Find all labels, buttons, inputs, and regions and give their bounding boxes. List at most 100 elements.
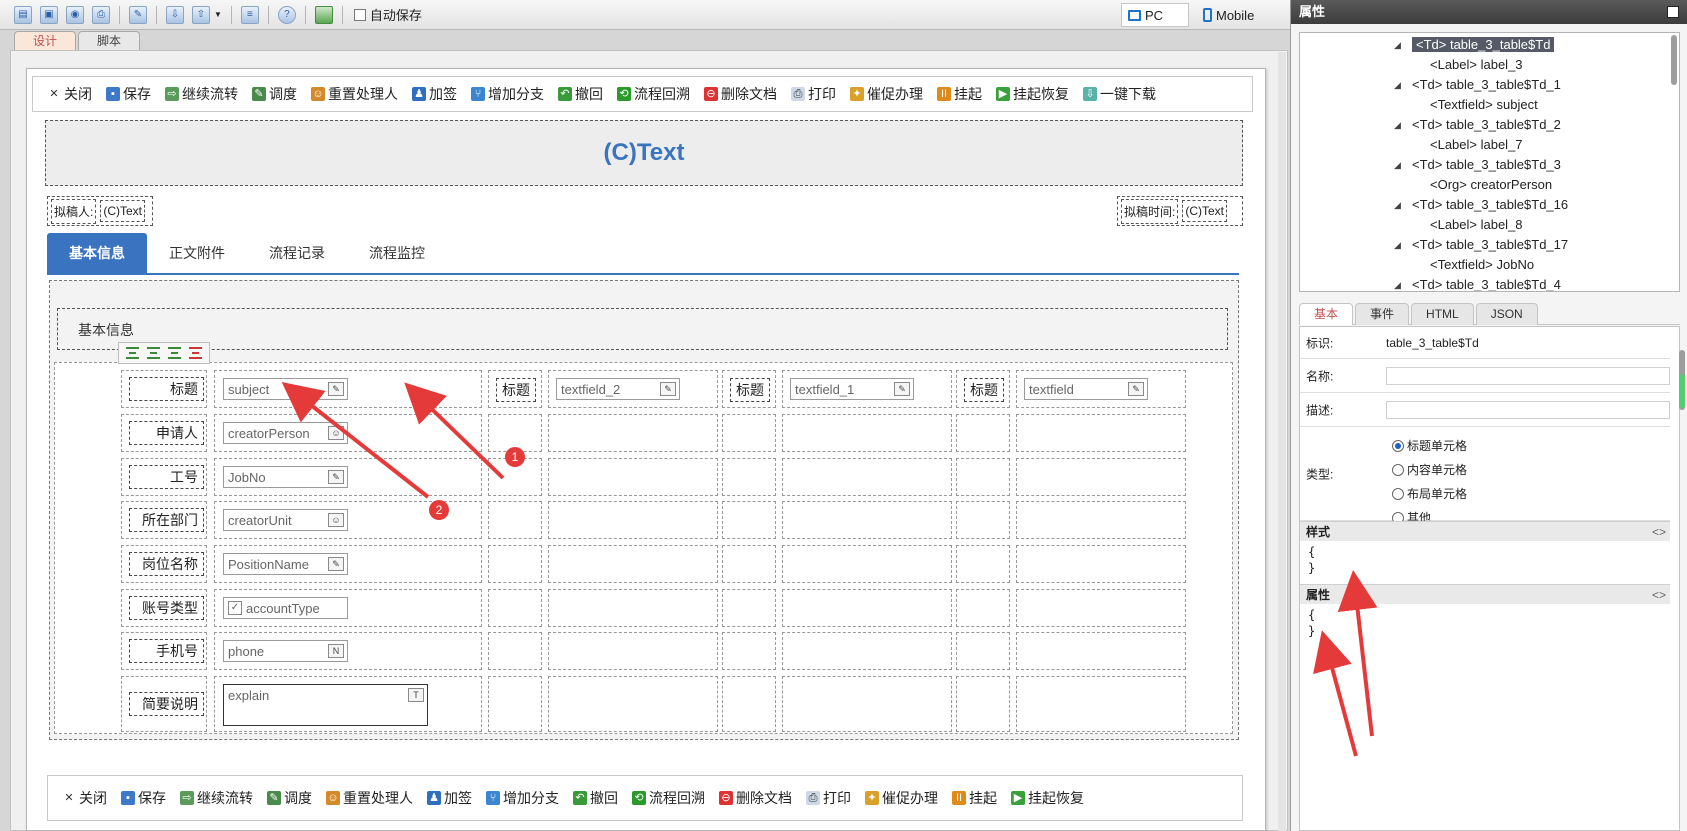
minimize-icon[interactable] bbox=[1667, 6, 1679, 18]
new-form-icon[interactable]: ▤ bbox=[14, 5, 32, 24]
grid-cell[interactable] bbox=[782, 458, 952, 496]
tree-scrollbar[interactable] bbox=[1671, 35, 1677, 85]
edit-icon[interactable]: ✎ bbox=[328, 557, 344, 571]
action-add-signer-button[interactable]: ♟ 加签 bbox=[427, 788, 472, 808]
list-icon[interactable]: ≡ bbox=[240, 5, 259, 24]
grid-cell[interactable] bbox=[548, 458, 718, 496]
grid-cell[interactable] bbox=[548, 632, 718, 670]
desc-input[interactable] bbox=[1386, 401, 1670, 419]
action-reset-handler-button[interactable]: ☺ 重置处理人 bbox=[326, 788, 413, 808]
text-area-icon[interactable]: T bbox=[408, 688, 424, 702]
edit-icon[interactable]: ✎ bbox=[328, 382, 344, 396]
tree-node[interactable]: <Label> label_3 bbox=[1430, 57, 1523, 72]
field-input-creatorUnit[interactable]: creatorUnit ☺ bbox=[223, 509, 348, 531]
radio-button[interactable] bbox=[1392, 463, 1404, 476]
action-resume-button[interactable]: ▶ 挂起恢复 bbox=[1011, 788, 1084, 808]
expand-triangle-icon[interactable]: ◢ bbox=[1394, 80, 1401, 91]
save-icon[interactable]: ▣ bbox=[40, 5, 58, 24]
grid-cell[interactable] bbox=[1016, 414, 1186, 452]
type-radio-option[interactable]: 布局单元格 bbox=[1392, 485, 1467, 502]
align-center-icon[interactable] bbox=[147, 347, 160, 359]
radio-button[interactable] bbox=[1392, 439, 1404, 452]
action-close-button[interactable]: ✕ 关闭 bbox=[62, 788, 107, 808]
grid-cell[interactable] bbox=[956, 414, 1010, 452]
grid-cell[interactable] bbox=[956, 458, 1010, 496]
action-add-branch-button[interactable]: ⑂ 增加分支 bbox=[471, 84, 544, 104]
tree-node[interactable]: <Td> table_3_table$Td_16 bbox=[1412, 197, 1568, 212]
grid-cell[interactable] bbox=[1016, 676, 1186, 732]
grid-cell[interactable] bbox=[548, 545, 718, 583]
action-forward-button[interactable]: ⇨ 继续流转 bbox=[180, 788, 253, 808]
tree-node[interactable]: <Td> table_3_table$Td_4 bbox=[1412, 277, 1561, 291]
grid-cell[interactable] bbox=[548, 676, 718, 732]
action-print-button[interactable]: ⎙ 打印 bbox=[791, 84, 836, 104]
edit-icon[interactable]: ✎ bbox=[660, 382, 676, 396]
grid-cell[interactable] bbox=[488, 632, 542, 670]
grid-cell[interactable] bbox=[1016, 458, 1186, 496]
user-picker-icon[interactable]: ☺ bbox=[328, 513, 344, 527]
grid-cell[interactable] bbox=[782, 632, 952, 670]
grid-cell[interactable] bbox=[722, 676, 776, 732]
tab-script[interactable]: 脚本 bbox=[78, 31, 141, 50]
tree-node[interactable]: <Td> table_3_table$Td_17 bbox=[1412, 237, 1568, 252]
tab-design[interactable]: 设计 bbox=[14, 31, 77, 50]
expand-triangle-icon[interactable]: ◢ bbox=[1394, 160, 1401, 171]
grid-cell[interactable] bbox=[722, 458, 776, 496]
autosave-checkbox[interactable] bbox=[353, 8, 366, 21]
grid-cell[interactable] bbox=[488, 589, 542, 627]
name-input[interactable] bbox=[1386, 367, 1670, 385]
tab-flow-monitor[interactable]: 流程监控 bbox=[347, 233, 447, 273]
grid-cell[interactable] bbox=[782, 676, 952, 732]
tree-node[interactable]: <Org> creatorPerson bbox=[1430, 177, 1552, 192]
action-urge-button[interactable]: ✦ 催促办理 bbox=[850, 84, 923, 104]
tree-node[interactable]: <Label> label_8 bbox=[1430, 217, 1523, 232]
action-forward-button[interactable]: ⇨ 继续流转 bbox=[165, 84, 238, 104]
field-input-creatorPerson[interactable]: creatorPerson ☺ bbox=[223, 422, 348, 444]
action-resume-button[interactable]: ▶ 挂起恢复 bbox=[996, 84, 1069, 104]
grid-cell[interactable] bbox=[722, 545, 776, 583]
field-input-textfield[interactable]: textfield ✎ bbox=[1024, 378, 1148, 400]
print-icon[interactable]: ⎙ bbox=[92, 5, 110, 24]
action-undo-button[interactable]: ↶ 撤回 bbox=[573, 788, 618, 808]
magic-wand-icon[interactable]: ✎ bbox=[129, 5, 147, 24]
action-close-button[interactable]: ✕ 关闭 bbox=[47, 84, 92, 104]
action-save-button[interactable]: ▪ 保存 bbox=[106, 84, 151, 104]
tab-json[interactable]: JSON bbox=[1475, 303, 1538, 325]
action-dispatch-button[interactable]: ✎ 调度 bbox=[252, 84, 297, 104]
grid-cell[interactable] bbox=[956, 501, 1010, 539]
tab-attachments[interactable]: 正文附件 bbox=[147, 233, 247, 273]
align-distribute-icon[interactable] bbox=[189, 347, 202, 359]
import-icon[interactable]: ⇩ bbox=[166, 5, 184, 24]
field-input-phone[interactable]: phone N bbox=[223, 640, 348, 662]
grid-cell[interactable] bbox=[488, 545, 542, 583]
action-trace-back-button[interactable]: ⟲ 流程回溯 bbox=[617, 84, 690, 104]
grid-cell[interactable] bbox=[956, 676, 1010, 732]
grid-cell[interactable] bbox=[722, 632, 776, 670]
action-delete-button[interactable]: ⊖ 删除文档 bbox=[704, 84, 777, 104]
field-input-JobNo[interactable]: JobNo ✎ bbox=[223, 466, 348, 488]
mobile-mode-button[interactable]: Mobile bbox=[1197, 3, 1277, 27]
align-left-icon[interactable] bbox=[126, 347, 139, 359]
grid-cell[interactable] bbox=[722, 501, 776, 539]
field-input-textfield_1[interactable]: textfield_1 ✎ bbox=[790, 378, 914, 400]
grid-cell[interactable] bbox=[548, 414, 718, 452]
autosave-toggle[interactable]: 自动保存 bbox=[353, 5, 422, 24]
action-reset-handler-button[interactable]: ☺ 重置处理人 bbox=[311, 84, 398, 104]
tree-node[interactable]: <Textfield> subject bbox=[1430, 97, 1538, 112]
type-radio-option[interactable]: 内容单元格 bbox=[1392, 461, 1467, 478]
edit-icon[interactable]: ✎ bbox=[894, 382, 910, 396]
tab-basic[interactable]: 基本 bbox=[1299, 303, 1354, 325]
expand-triangle-icon[interactable]: ◢ bbox=[1394, 120, 1401, 131]
user-picker-icon[interactable]: ☺ bbox=[328, 426, 344, 440]
canvas-scrollbar[interactable] bbox=[1278, 52, 1286, 831]
expand-triangle-icon[interactable]: ◢ bbox=[1394, 280, 1401, 291]
style-toggle-icon[interactable]: <> bbox=[1652, 522, 1666, 542]
grid-cell[interactable] bbox=[956, 545, 1010, 583]
action-suspend-button[interactable]: II 挂起 bbox=[952, 788, 997, 808]
action-urge-button[interactable]: ✦ 催促办理 bbox=[865, 788, 938, 808]
grid-cell[interactable] bbox=[722, 589, 776, 627]
tree-node[interactable]: <Td> table_3_table$Td_3 bbox=[1412, 157, 1561, 172]
tab-html[interactable]: HTML bbox=[1411, 303, 1474, 325]
grid-cell[interactable] bbox=[1016, 632, 1186, 670]
action-download-button[interactable]: ⇩ 一键下载 bbox=[1083, 84, 1156, 104]
